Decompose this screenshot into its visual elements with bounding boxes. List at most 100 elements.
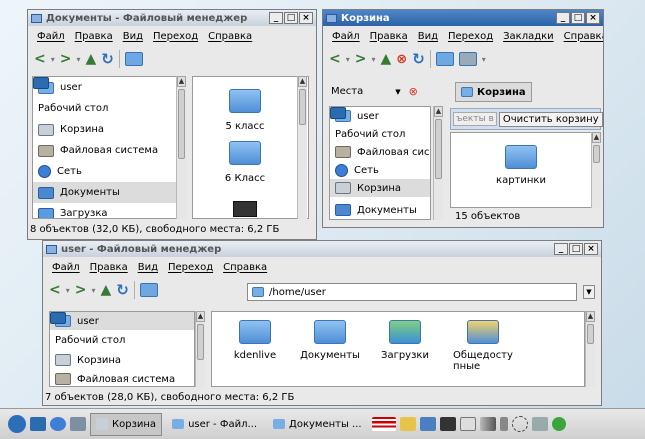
sidebar-item-trash[interactable]: Корзина: [33, 119, 185, 140]
sidebar-item-user[interactable]: user: [33, 77, 185, 98]
scroll-up-icon[interactable]: ▲: [298, 76, 307, 87]
scroll-thumb[interactable]: [197, 324, 204, 360]
start-menu-icon[interactable]: [8, 415, 26, 433]
clock-icon[interactable]: [511, 416, 528, 432]
scroll-thumb[interactable]: [593, 145, 600, 163]
home-folder-icon[interactable]: [139, 283, 158, 297]
file-item[interactable]: kdenlive: [220, 320, 290, 361]
forward-menu-icon[interactable]: ▾: [76, 55, 80, 64]
reload-icon[interactable]: ↻: [101, 50, 114, 68]
up-icon[interactable]: ▲: [86, 51, 97, 67]
scroll-up-icon[interactable]: ▲: [592, 132, 601, 143]
sidebar-item-filesystem[interactable]: Файловая система: [33, 140, 185, 161]
sidebar-item-desktop[interactable]: Рабочий стол: [330, 107, 430, 143]
sidebar-scrollbar[interactable]: ▲: [176, 76, 186, 219]
home-folder-icon[interactable]: [124, 52, 143, 66]
main-scrollbar[interactable]: ▲: [585, 311, 595, 387]
scroll-thumb[interactable]: [587, 324, 594, 344]
forward-icon[interactable]: >: [355, 51, 367, 67]
sidebar-scrollbar[interactable]: ▲: [195, 311, 205, 387]
close-button[interactable]: ×: [299, 12, 313, 24]
back-icon[interactable]: <: [49, 282, 61, 298]
sidebar-item-downloads[interactable]: Загрузка: [33, 203, 185, 218]
up-icon[interactable]: ▲: [101, 282, 112, 298]
file-item[interactable]: картинки: [481, 145, 561, 186]
menu-help[interactable]: Справка: [208, 31, 252, 42]
sidebar-item-network[interactable]: Сеть: [330, 161, 430, 179]
menu-view[interactable]: Вид: [418, 31, 438, 42]
titlebar[interactable]: user - Файловый менеджер _ □ ×: [43, 241, 601, 257]
minimize-button[interactable]: _: [556, 12, 570, 24]
maximize-button[interactable]: □: [569, 243, 583, 255]
forward-menu-icon[interactable]: ▾: [91, 286, 95, 295]
file-item[interactable]: 5 класс: [205, 89, 285, 132]
scroll-thumb[interactable]: [299, 89, 306, 125]
location-button[interactable]: Корзина: [455, 82, 532, 102]
menu-file[interactable]: Файл: [37, 31, 65, 42]
sidebar-item-trash[interactable]: Корзина: [50, 350, 194, 370]
file-item[interactable]: [221, 201, 269, 217]
forward-icon[interactable]: >: [60, 51, 72, 67]
stop-icon[interactable]: ⊗: [396, 52, 407, 67]
reload-icon[interactable]: ↻: [412, 50, 425, 68]
places-dropdown-icon[interactable]: ▼: [395, 88, 400, 96]
menu-help[interactable]: Справка: [564, 31, 603, 42]
tray-icon[interactable]: [439, 417, 456, 431]
file-item[interactable]: Общедосту пные: [438, 320, 528, 372]
tray-icon[interactable]: [531, 417, 548, 431]
home-folder-icon[interactable]: [435, 52, 454, 66]
back-icon[interactable]: <: [34, 51, 46, 67]
volume-icon[interactable]: [499, 417, 508, 431]
menu-go[interactable]: Переход: [168, 262, 213, 273]
menu-help[interactable]: Справка: [223, 262, 267, 273]
tray-icon[interactable]: [399, 417, 416, 431]
window-user[interactable]: user - Файловый менеджер _ □ × Файл Прав…: [42, 240, 602, 406]
forward-icon[interactable]: >: [75, 282, 87, 298]
menu-file[interactable]: Файл: [52, 262, 80, 273]
taskbar-item-trash[interactable]: Корзина: [90, 412, 163, 436]
menu-view[interactable]: Вид: [138, 262, 158, 273]
scroll-thumb[interactable]: [435, 119, 442, 179]
tray-icon[interactable]: [459, 417, 476, 431]
sidebar-item-desktop[interactable]: Рабочий стол: [33, 77, 185, 119]
wifi-icon[interactable]: [479, 417, 496, 431]
sidebar-scrollbar[interactable]: ▲: [433, 106, 443, 220]
computer-icon[interactable]: [458, 52, 477, 66]
path-dropdown-icon[interactable]: ▼: [583, 285, 595, 299]
sidebar-item-filesystem[interactable]: Файловая система: [50, 370, 194, 386]
show-desktop-icon[interactable]: [30, 417, 46, 431]
maximize-button[interactable]: □: [284, 12, 298, 24]
scroll-up-icon[interactable]: ▲: [177, 76, 186, 87]
minimize-button[interactable]: _: [269, 12, 283, 24]
maximize-button[interactable]: □: [571, 12, 585, 24]
menu-bookmarks[interactable]: Закладки: [503, 31, 554, 42]
file-item[interactable]: 6 Класс: [205, 141, 285, 184]
close-pane-icon[interactable]: ⊗: [409, 85, 418, 98]
sidebar-item-documents[interactable]: Документы: [330, 201, 430, 219]
menu-edit[interactable]: Правка: [75, 31, 113, 42]
file-item[interactable]: Загрузки: [370, 320, 440, 361]
up-icon[interactable]: ▲: [381, 51, 392, 67]
update-icon[interactable]: [551, 417, 566, 431]
window-documents[interactable]: Документы - Файловый менеджер _ □ × Файл…: [27, 9, 317, 240]
menu-view[interactable]: Вид: [123, 31, 143, 42]
menu-go[interactable]: Переход: [448, 31, 493, 42]
window-trash[interactable]: Корзина _ □ × Файл Правка Вид Переход За…: [322, 9, 604, 228]
titlebar[interactable]: Документы - Файловый менеджер _ □ ×: [28, 10, 316, 26]
more-menu-icon[interactable]: ▾: [482, 55, 486, 64]
titlebar[interactable]: Корзина _ □ ×: [323, 10, 603, 26]
tray-icon[interactable]: [419, 417, 436, 431]
browser-icon[interactable]: [50, 417, 66, 431]
taskbar-item-documents[interactable]: Документы ...: [267, 413, 368, 436]
reload-icon[interactable]: ↻: [116, 281, 129, 299]
scroll-up-icon[interactable]: ▲: [196, 311, 205, 322]
scroll-thumb[interactable]: [178, 89, 185, 159]
menu-file[interactable]: Файл: [332, 31, 360, 42]
main-scrollbar[interactable]: ▲: [297, 76, 307, 219]
back-menu-icon[interactable]: ▾: [66, 286, 70, 295]
main-scrollbar[interactable]: ▲: [591, 132, 601, 208]
sidebar-item-user[interactable]: user: [50, 312, 194, 330]
sidebar-item-documents[interactable]: Документы: [33, 182, 185, 203]
empty-trash-button[interactable]: Очистить корзину: [498, 111, 603, 127]
sidebar-item-filesystem[interactable]: Файловая сис...: [330, 143, 430, 161]
